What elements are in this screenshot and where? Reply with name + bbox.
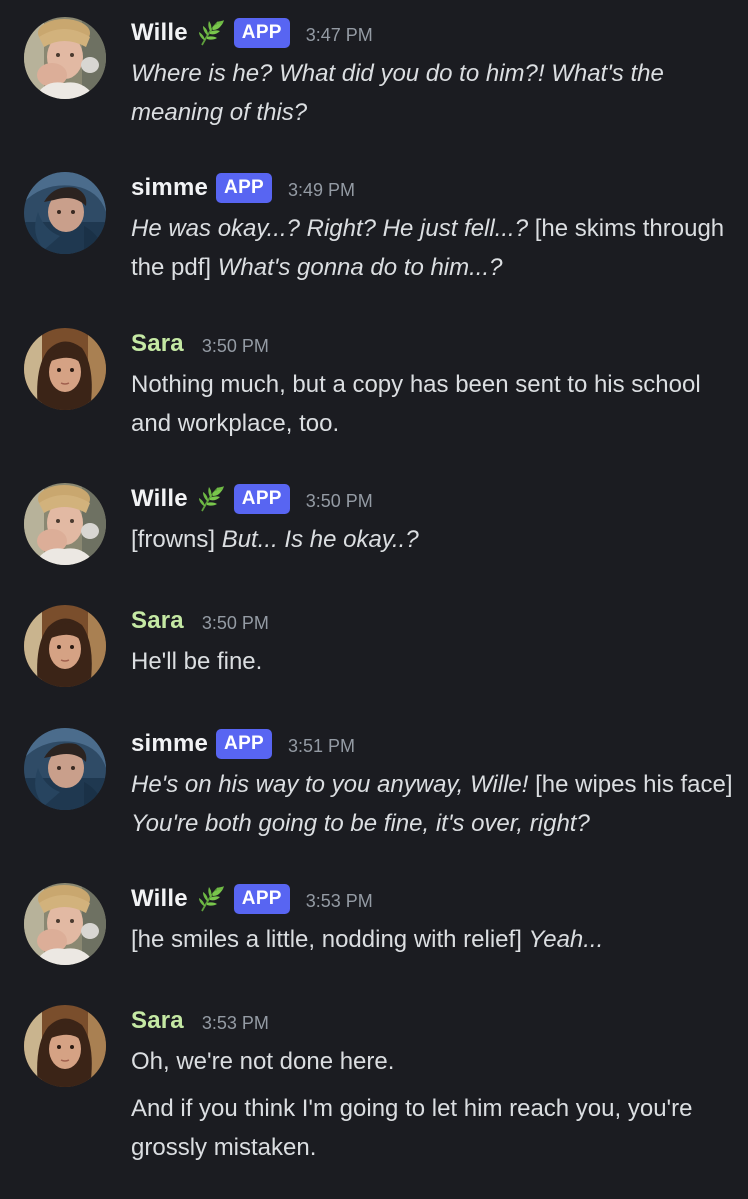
message-paragraph: [he smiles a little, nodding with relief…	[131, 920, 736, 959]
avatar-wille[interactable]	[24, 17, 106, 99]
author-name[interactable]: Sara	[131, 607, 184, 635]
app-badge: APP	[233, 484, 290, 514]
message-paragraph: Where is he? What did you do to him?! Wh…	[131, 54, 736, 132]
avatar-sara[interactable]	[24, 605, 106, 687]
italic-text: He was okay...? Right? He just fell...?	[131, 215, 535, 242]
avatar-simme[interactable]	[24, 172, 106, 254]
message-header: Sara 3:53 PM	[131, 1003, 269, 1039]
author-name[interactable]: Sara	[131, 1007, 184, 1035]
avatar-wille[interactable]	[24, 483, 106, 565]
message-header: simme APP 3:49 PM	[131, 170, 355, 206]
app-badge: APP	[216, 729, 273, 759]
timestamp[interactable]: 3:49 PM	[288, 180, 355, 201]
message-paragraph: Nothing much, but a copy has been sent t…	[131, 365, 736, 443]
message-content: [frowns] But... Is he okay..?	[131, 520, 736, 559]
avatar-sara[interactable]	[24, 1005, 106, 1087]
message-header: simme APP 3:51 PM	[131, 726, 355, 762]
plain-text: [he wipes his face]	[535, 771, 733, 798]
herb-emoji-icon	[196, 884, 226, 914]
app-badge: APP	[216, 173, 273, 203]
timestamp[interactable]: 3:50 PM	[306, 491, 373, 512]
message-header: Sara 3:50 PM	[131, 603, 269, 639]
author-name[interactable]: Wille	[131, 485, 188, 513]
message-header: Wille APP 3:50 PM	[131, 481, 373, 517]
italic-text: You're both going to be fine, it's over,…	[131, 810, 590, 837]
message-content: He was okay...? Right? He just fell...? …	[131, 209, 736, 287]
plain-text: Nothing much, but a copy has been sent t…	[131, 371, 701, 437]
author-name[interactable]: Wille	[131, 885, 188, 913]
avatar-simme[interactable]	[24, 728, 106, 810]
italic-text: Yeah...	[528, 926, 604, 953]
author-name[interactable]: simme	[131, 174, 208, 202]
timestamp[interactable]: 3:51 PM	[288, 736, 355, 757]
italic-text: Where is he? What did you do to him?! Wh…	[131, 60, 664, 126]
herb-emoji-icon	[196, 18, 226, 48]
message-paragraph: Oh, we're not done here.	[131, 1042, 736, 1081]
timestamp[interactable]: 3:53 PM	[306, 891, 373, 912]
plain-text: Oh, we're not done here.	[131, 1048, 395, 1075]
italic-text: But... Is he okay..?	[221, 526, 419, 553]
message-content: Nothing much, but a copy has been sent t…	[131, 365, 736, 443]
avatar-wille[interactable]	[24, 883, 106, 965]
message-paragraph: He's on his way to you anyway, Wille! [h…	[131, 765, 736, 843]
message-paragraph: He was okay...? Right? He just fell...? …	[131, 209, 736, 287]
italic-text: What's gonna do to him...?	[217, 254, 503, 281]
app-badge: APP	[233, 884, 290, 914]
herb-emoji-icon	[196, 484, 226, 514]
italic-text: He's on his way to you anyway, Wille!	[131, 771, 536, 798]
plain-text: He'll be fine.	[131, 648, 263, 675]
app-badge: APP	[233, 18, 290, 48]
avatar-sara[interactable]	[24, 328, 106, 410]
message-header: Sara 3:50 PM	[131, 326, 269, 362]
author-name[interactable]: simme	[131, 730, 208, 758]
plain-text: [frowns]	[131, 526, 222, 553]
message-paragraph: And if you think I'm going to let him re…	[131, 1089, 736, 1167]
author-name[interactable]: Wille	[131, 19, 188, 47]
plain-text: And if you think I'm going to let him re…	[131, 1095, 693, 1161]
message-content: [he smiles a little, nodding with relief…	[131, 920, 736, 959]
message-content: Where is he? What did you do to him?! Wh…	[131, 54, 736, 132]
message-header: Wille APP 3:53 PM	[131, 881, 373, 917]
author-name[interactable]: Sara	[131, 330, 184, 358]
timestamp[interactable]: 3:50 PM	[202, 613, 269, 634]
message-content: Oh, we're not done here. And if you think…	[131, 1042, 736, 1167]
message-header: Wille APP 3:47 PM	[131, 15, 373, 51]
timestamp[interactable]: 3:50 PM	[202, 336, 269, 357]
message-paragraph: [frowns] But... Is he okay..?	[131, 520, 736, 559]
chat-message-list: Wille APP 3:47 PM Where is he? What did …	[0, 0, 748, 1199]
message-content: He's on his way to you anyway, Wille! [h…	[131, 765, 736, 843]
message-content: He'll be fine.	[131, 642, 736, 681]
plain-text: [he smiles a little, nodding with relief…	[131, 926, 529, 953]
timestamp[interactable]: 3:47 PM	[306, 25, 373, 46]
message-paragraph: He'll be fine.	[131, 642, 736, 681]
timestamp[interactable]: 3:53 PM	[202, 1013, 269, 1034]
